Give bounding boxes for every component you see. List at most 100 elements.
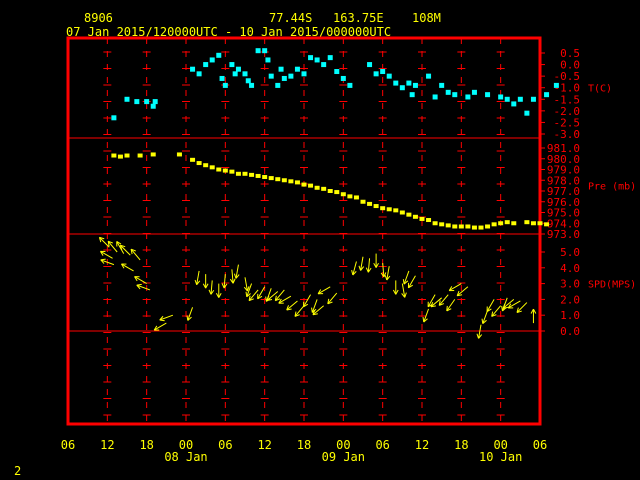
pressure-point (255, 173, 261, 178)
temperature-point (367, 62, 373, 68)
temperature-point (219, 75, 225, 81)
wind-barb (516, 302, 528, 313)
pressure-point (373, 204, 379, 209)
x-tick-label: 12 (257, 438, 271, 452)
temperature-point (209, 57, 215, 63)
x-tick-label: 18 (454, 438, 468, 452)
pressure-point (229, 169, 235, 174)
wind-barb (446, 299, 456, 312)
pressure-point (399, 210, 405, 215)
x-tick-label: 18 (139, 438, 153, 452)
y-tick-label: -3.0 (554, 128, 581, 141)
temperature-point (409, 92, 415, 98)
temperature-point (301, 71, 307, 77)
temperature-point (314, 57, 320, 63)
x-tick-label: 06 (218, 438, 232, 452)
pressure-point (262, 175, 268, 180)
temperature-point (134, 99, 140, 105)
temperature-point (229, 62, 235, 68)
temperature-point (281, 75, 287, 81)
temperature-point (393, 80, 399, 86)
wind-barb (130, 248, 141, 261)
wind-barb (294, 305, 305, 317)
wind-barb (438, 294, 449, 306)
wind-barb (248, 289, 259, 302)
wind-barb (136, 283, 151, 291)
temperature-point (553, 82, 559, 88)
temperature-point (406, 80, 412, 86)
temperature-point (347, 82, 353, 88)
temperature-point (190, 66, 196, 72)
wind-barb (365, 258, 372, 273)
temperature-point (439, 82, 445, 88)
wind-barb (456, 286, 469, 297)
pressure-point (301, 182, 307, 187)
pressure-point (471, 225, 477, 230)
y-tick-label: 5.0 (560, 246, 580, 259)
temperature-point (321, 62, 327, 68)
wind-barb (134, 276, 147, 285)
wind-barb (208, 280, 215, 295)
pressure-point (465, 224, 471, 229)
temperature-point (294, 66, 300, 72)
wind-barb (121, 263, 134, 272)
wind-barb (159, 314, 174, 322)
temperature-point (203, 62, 209, 68)
pressure-point (524, 220, 530, 225)
panel-label-wind: SPD(MPS) (588, 280, 636, 291)
wind-barb (530, 308, 537, 324)
temperature-point (399, 85, 405, 91)
x-tick-label: 12 (100, 438, 114, 452)
wind-barb (402, 270, 410, 285)
wind-barb (422, 308, 430, 323)
temperature-point (235, 66, 241, 72)
pressure-point (458, 224, 464, 229)
pressure-point (176, 152, 182, 157)
temperature-point (445, 89, 451, 95)
wind-barb (243, 277, 250, 292)
temperature-point (380, 69, 386, 75)
temperature-point (485, 92, 491, 98)
pressure-point (419, 216, 425, 221)
temperature-point (232, 71, 238, 77)
pressure-point (498, 221, 504, 226)
wind-barb (233, 264, 240, 279)
pressure-point (530, 221, 536, 226)
temperature-point (452, 92, 458, 98)
wind-barb (194, 270, 201, 286)
pressure-point (314, 185, 320, 190)
pressure-point (196, 161, 202, 166)
temperature-point (124, 96, 130, 102)
wind-barb (317, 286, 331, 295)
pressure-point (445, 223, 451, 228)
temperature-point (471, 89, 477, 95)
temperature-point (524, 110, 530, 116)
panel-label-pressure: Pre (mb) (588, 182, 636, 193)
pressure-point (452, 224, 458, 229)
temperature-point (498, 94, 504, 100)
wind-barb (327, 292, 338, 305)
temperature-point (530, 96, 536, 102)
wind-barb (481, 310, 489, 324)
pressure-point (439, 222, 445, 227)
y-tick-label: 4.0 (560, 262, 580, 275)
temperature-point (262, 48, 268, 54)
pressure-point (209, 165, 215, 170)
temperature-point (504, 96, 510, 102)
pressure-point (327, 189, 333, 193)
pressure-point (275, 177, 281, 182)
pressure-point (117, 154, 123, 159)
temperature-point (511, 101, 517, 107)
y-tick-label: 3.0 (560, 278, 580, 291)
temperature-point (255, 48, 261, 54)
temperature-point (268, 73, 274, 79)
temperature-point (426, 73, 432, 79)
pressure-point (124, 153, 130, 158)
pressure-point (321, 186, 327, 191)
temperature-point (288, 73, 294, 79)
pressure-point (242, 171, 248, 176)
temperature-point (249, 82, 255, 88)
y-tick-label: 2.0 (560, 293, 580, 306)
x-tick-label: 06 (61, 438, 75, 452)
temperature-point (544, 92, 550, 98)
